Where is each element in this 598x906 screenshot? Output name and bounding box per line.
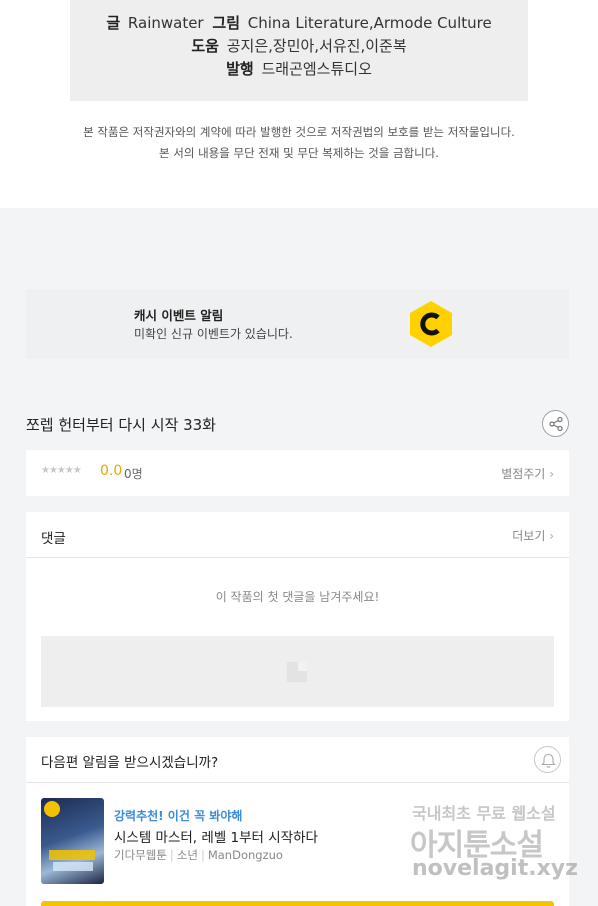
recommended-comic-thumbnail[interactable] [41,798,104,884]
chevron-right-icon: › [549,529,554,543]
thumbnail-title-art [49,850,95,860]
rating-score: 0.0 [100,463,123,479]
rating-card: ★★★★★ 0.0 0명 별점주기 › [26,450,569,496]
comments-heading: 댓글 [41,531,66,547]
view-button-edge[interactable] [41,901,554,906]
notification-bell-button[interactable] [534,746,561,773]
clock-icon [44,801,60,817]
recommendation-tag: 강력추천! 이건 꼭 봐야해 [114,809,243,823]
comment-input-area[interactable] [41,636,554,707]
chevron-right-icon: › [549,467,554,481]
meta-genre: 소년 [176,848,198,862]
comment-placeholder-icon [287,662,307,682]
thumbnail-subtitle-art [53,862,93,871]
credit-assist-label: 도움 [191,37,219,55]
credit-writer: 글 Rainwater 그림 China Literature,Armode C… [70,12,528,35]
comments-card: 댓글 더보기 › 이 작품의 첫 댓글을 남겨주세요! [26,512,569,721]
divider [26,557,569,558]
episode-end-section: 글 Rainwater 그림 China Literature,Armode C… [0,0,598,208]
watermark-line-3: novelagit.xyz [412,856,578,881]
share-button[interactable] [542,410,569,437]
credit-publisher-label: 발행 [226,60,254,78]
recommendation-meta: 기다무웹툰 | 소년 | ManDongzuo [114,848,283,862]
rate-button[interactable]: 별점주기 › [501,465,554,482]
event-title: 캐시 이벤트 알림 [134,308,224,323]
event-subtitle: 미확인 신규 이벤트가 있습니다. [134,327,293,341]
copyright-line-1: 본 작품은 저작권자와의 계약에 따라 발행한 것으로 저작권법의 보호를 받는… [83,125,515,139]
meta-author: ManDongzuo [207,848,283,862]
comments-more-label: 더보기 [512,529,546,543]
site-watermark: 국내최초 무료 웹소설 아지툰소설 novelagit.xyz [410,800,580,890]
cash-event-banner[interactable]: 캐시 이벤트 알림 미확인 신규 이벤트가 있습니다. [26,289,569,359]
credit-art-value: China Literature,Armode Culture [247,14,492,32]
credit-publisher: 발행 드래곤엠스튜디오 [70,58,528,81]
comments-more-button[interactable]: 더보기 › [512,527,554,544]
credit-assist: 도움 공지은,장민아,서유진,이준복 [70,35,528,58]
recommendation-title[interactable]: 시스템 마스터, 레벨 1부터 시작하다 [114,826,318,846]
rating-count: 0명 [124,467,143,481]
credit-writer-value: Rainwater [127,14,204,32]
share-icon [549,416,563,432]
episode-title: 쪼렙 헌터부터 다시 시작 33화 [26,416,216,434]
credits-box: 글 Rainwater 그림 China Literature,Armode C… [70,0,528,101]
credit-writer-label: 글 [106,14,121,32]
next-alert-heading: 다음편 알림을 받으시겠습니까? [41,755,219,771]
rate-button-label: 별점주기 [501,467,546,481]
credit-art-label: 그림 [212,14,240,32]
divider [26,782,569,783]
copyright-notice: 본 작품은 저작권자와의 계약에 따라 발행한 것으로 저작권법의 보호를 받는… [0,122,598,164]
credit-assist-value: 공지은,장민아,서유진,이준복 [226,37,407,55]
comments-empty-message: 이 작품의 첫 댓글을 남겨주세요! [215,590,380,604]
copyright-line-2: 본 서의 내용을 무단 전재 및 무단 복제하는 것을 금합니다. [159,146,439,160]
cash-c-icon [410,301,452,347]
meta-category: 기다무웹툰 [114,848,167,862]
credit-publisher-value: 드래곤엠스튜디오 [261,60,372,78]
rating-stars: ★★★★★ [41,465,82,476]
bell-icon [541,753,556,768]
